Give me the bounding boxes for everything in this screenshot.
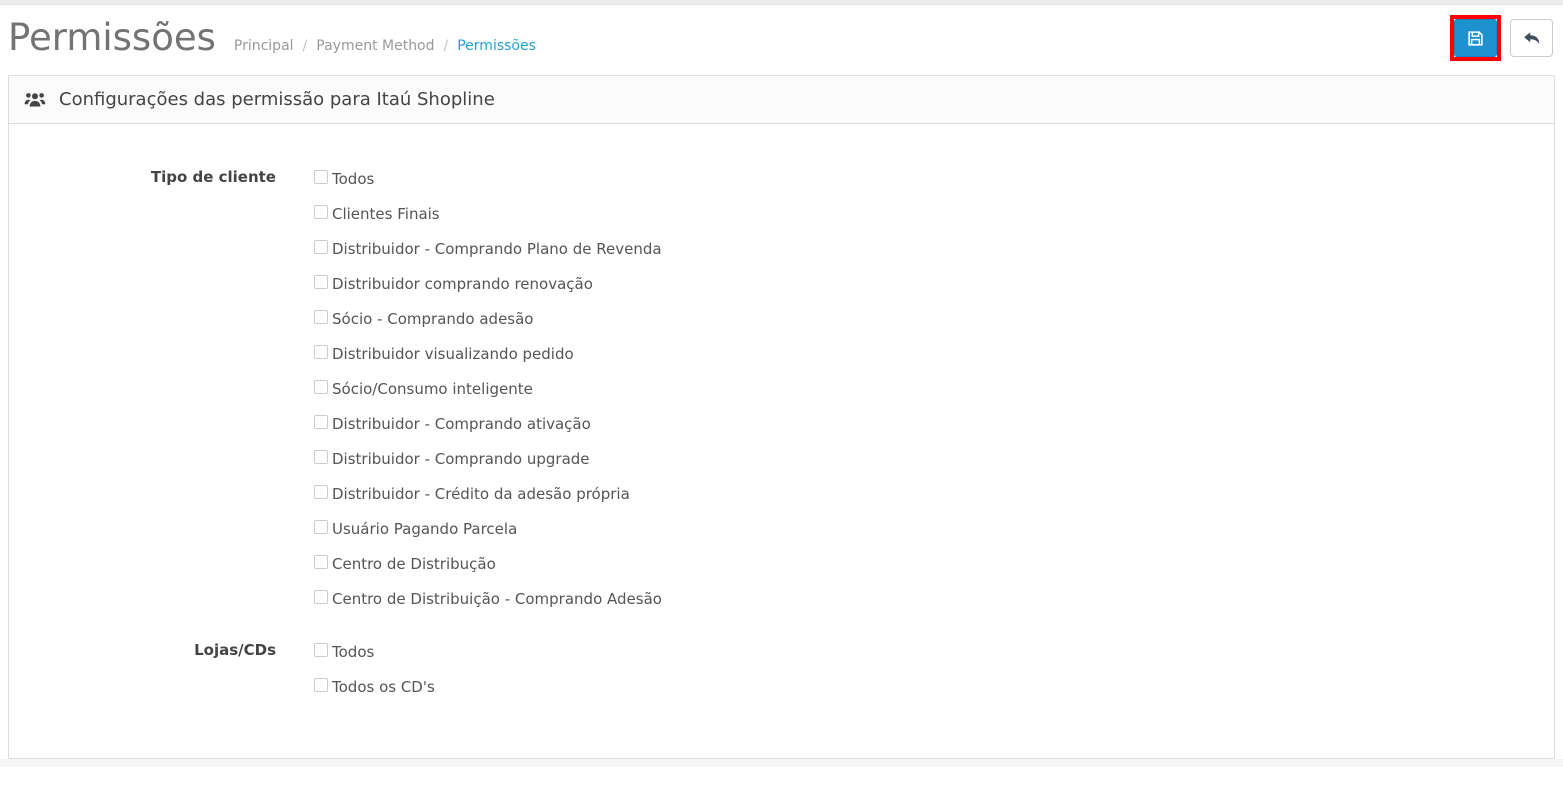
permission-form: Tipo de cliente Todos Clientes Finais Distr…: [29, 161, 1534, 704]
panel-title: Configurações das permissão para Itaú Sh…: [59, 89, 495, 110]
checkbox-option[interactable]: Todos: [314, 634, 435, 669]
checkbox[interactable]: [314, 205, 328, 219]
checkbox-label: Distribuidor - Comprando ativação: [332, 415, 591, 433]
breadcrumb-item-permissoes[interactable]: Permissões: [457, 38, 536, 54]
breadcrumb-item-payment-method[interactable]: Payment Method: [316, 38, 434, 54]
save-button[interactable]: [1454, 19, 1497, 57]
checkbox[interactable]: [314, 643, 328, 657]
checkbox-label: Distribuidor - Comprando Plano de Revend…: [332, 240, 662, 258]
field-label: Tipo de cliente: [29, 161, 276, 616]
field-label: Lojas/CDs: [29, 634, 276, 704]
checkbox[interactable]: [314, 310, 328, 324]
checkbox-option[interactable]: Sócio - Comprando adesão: [314, 301, 662, 336]
checkbox-label: Distribuidor comprando renovação: [332, 275, 593, 293]
checkbox[interactable]: [314, 380, 328, 394]
annotation-highlight-box: [1450, 15, 1501, 61]
checkbox-label: Distribuidor - Comprando upgrade: [332, 450, 590, 468]
checkbox[interactable]: [314, 170, 328, 184]
checkbox-option[interactable]: Centro de Distribução: [314, 546, 662, 581]
users-group-icon: [24, 91, 46, 109]
checkbox[interactable]: [314, 555, 328, 569]
breadcrumb-separator: /: [303, 38, 308, 54]
floppy-disk-icon: [1467, 30, 1484, 47]
checkbox-option[interactable]: Todos: [314, 161, 662, 196]
page-header: Permissões Principal / Payment Method / …: [0, 5, 1563, 75]
checkbox-label: Usuário Pagando Parcela: [332, 520, 517, 538]
checkbox-label: Distribuidor - Crédito da adesão própria: [332, 485, 630, 503]
checkbox[interactable]: [314, 275, 328, 289]
checkbox-option[interactable]: Distribuidor comprando renovação: [314, 266, 662, 301]
checkbox-list: Todos Todos os CD's: [314, 634, 435, 704]
checkbox-option[interactable]: Distribuidor - Crédito da adesão própria: [314, 476, 662, 511]
checkbox-option[interactable]: Distribuidor - Comprando ativação: [314, 406, 662, 441]
checkbox-option[interactable]: Todos os CD's: [314, 669, 435, 704]
panel-heading: Configurações das permissão para Itaú Sh…: [9, 76, 1554, 124]
page-title: Permissões: [8, 15, 216, 61]
form-group: Tipo de cliente Todos Clientes Finais Distr…: [29, 161, 1534, 616]
checkbox-label: Centro de Distribução: [332, 555, 496, 573]
checkbox-label: Todos: [332, 643, 374, 661]
checkbox[interactable]: [314, 590, 328, 604]
checkbox-option[interactable]: Clientes Finais: [314, 196, 662, 231]
permissions-panel: Configurações das permissão para Itaú Sh…: [8, 75, 1555, 759]
checkbox-option[interactable]: Sócio/Consumo inteligente: [314, 371, 662, 406]
checkbox-label: Distribuidor visualizando pedido: [332, 345, 574, 363]
checkbox-option[interactable]: Distribuidor visualizando pedido: [314, 336, 662, 371]
checkbox-option[interactable]: Usuário Pagando Parcela: [314, 511, 662, 546]
reply-arrow-icon: [1523, 30, 1541, 46]
checkbox[interactable]: [314, 678, 328, 692]
checkbox-option[interactable]: Centro de Distribuição - Comprando Adesã…: [314, 581, 662, 616]
checkbox-label: Clientes Finais: [332, 205, 440, 223]
breadcrumb-item-principal[interactable]: Principal: [234, 38, 294, 54]
bottom-divider-strip: [0, 759, 1563, 767]
checkbox[interactable]: [314, 450, 328, 464]
checkbox-option[interactable]: Distribuidor - Comprando upgrade: [314, 441, 662, 476]
checkbox-option[interactable]: Distribuidor - Comprando Plano de Revend…: [314, 231, 662, 266]
form-group: Lojas/CDs Todos Todos os CD's: [29, 634, 1534, 704]
checkbox[interactable]: [314, 485, 328, 499]
back-button[interactable]: [1510, 19, 1553, 57]
checkbox-label: Sócio/Consumo inteligente: [332, 380, 533, 398]
breadcrumb: Principal / Payment Method / Permissões: [234, 38, 536, 54]
checkbox-list: Todos Clientes Finais Distribuidor - Compr…: [314, 161, 662, 616]
checkbox-label: Todos os CD's: [332, 678, 435, 696]
checkbox-label: Todos: [332, 170, 374, 188]
breadcrumb-separator: /: [444, 38, 449, 54]
checkbox-label: Sócio - Comprando adesão: [332, 310, 533, 328]
checkbox[interactable]: [314, 415, 328, 429]
header-buttons: [1450, 15, 1553, 61]
panel-body: Tipo de cliente Todos Clientes Finais Distr…: [9, 124, 1554, 758]
checkbox[interactable]: [314, 345, 328, 359]
checkbox[interactable]: [314, 240, 328, 254]
checkbox[interactable]: [314, 520, 328, 534]
checkbox-label: Centro de Distribuição - Comprando Adesã…: [332, 590, 662, 608]
